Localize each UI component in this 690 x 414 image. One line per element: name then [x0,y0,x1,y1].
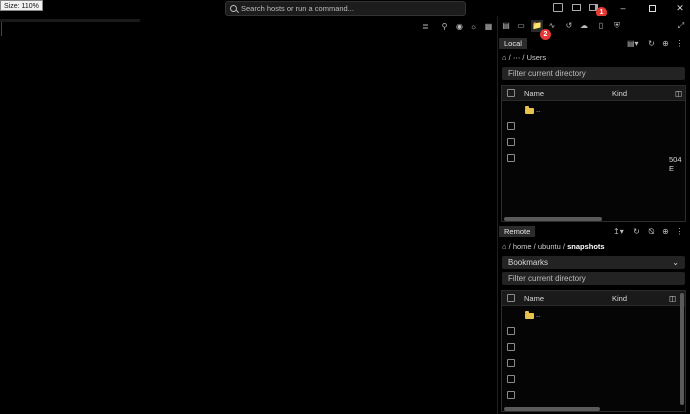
row-checkbox[interactable] [507,122,515,130]
drive-select-icon[interactable]: ▤▾ [627,40,639,48]
files-icon[interactable] [553,3,563,12]
snippet-icon[interactable]: ▭ [515,20,527,32]
breadcrumb-home[interactable]: home [513,242,532,251]
breadcrumb-users[interactable]: Users [527,53,547,62]
home-icon[interactable]: ⌂ [502,242,507,251]
cloud-icon[interactable]: ☁ [578,20,590,32]
row-checkbox[interactable] [507,375,515,383]
row-checkbox[interactable] [507,138,515,146]
select-all-checkbox[interactable] [507,294,515,302]
split-icon[interactable]: ▦ [484,23,493,31]
local-table-header: Name Kind ◫ [502,86,685,101]
column-kind[interactable]: Kind [612,294,627,303]
table-row[interactable] [502,118,685,134]
table-row[interactable] [502,387,685,403]
remote-breadcrumb: ⌂ / home / ubuntu / snapshots [502,242,605,251]
record-icon[interactable]: ◉ [455,23,464,31]
column-name[interactable]: Name [524,294,544,303]
new-folder-icon[interactable]: ⊕ [661,40,670,48]
breadcrumb-ubuntu[interactable]: ubuntu [538,242,561,251]
table-row[interactable]: 504 E [502,150,685,173]
ai-assistant-icon[interactable]: ☼ [469,23,478,31]
sync-off-icon[interactable]: ⦰ [647,228,656,236]
refresh-icon[interactable]: ↻ [632,228,641,236]
column-name[interactable]: Name [524,89,544,98]
folder-icon [525,311,534,319]
server-icon[interactable]: ▤ [500,20,512,32]
table-row[interactable] [502,323,685,339]
more-options-icon[interactable]: ⋮ [675,228,684,236]
column-settings-icon[interactable]: ◫ [675,89,682,98]
row-name: .. [536,310,541,319]
remote-table-header: Name Kind ◫ [502,291,685,306]
trash-icon[interactable]: ▯ [595,20,607,32]
remote-file-table: Name Kind ◫ .. [501,290,686,412]
local-section-label[interactable]: Local [499,38,527,49]
local-filter-input[interactable]: Filter current directory [502,67,685,80]
remote-vertical-scrollbar[interactable] [680,293,684,405]
breadcrumb-sep: / [508,53,511,62]
row-checkbox[interactable] [507,391,515,399]
remote-filter-input[interactable]: Filter current directory [502,272,685,285]
row-checkbox[interactable] [507,327,515,335]
local-horizontal-scrollbar[interactable] [504,217,602,221]
maximize-icon[interactable] [645,2,659,14]
folder-icon [525,106,534,114]
upload-select-icon[interactable]: ↥▾ [613,228,624,236]
search-bar[interactable]: Search hosts or run a command... [225,1,466,16]
row-name: .. [536,105,541,114]
minimize-icon[interactable]: – [616,2,630,14]
activity-icon[interactable]: ∿ [546,20,558,32]
terminal-menu-icon[interactable]: ≣ [421,23,430,31]
search-icon [230,5,237,12]
terminal-tab-strip [0,19,140,22]
bookmarks-dropdown[interactable]: Bookmarks ⌄ [502,256,685,269]
row-checkbox[interactable] [507,359,515,367]
column-settings-icon[interactable]: ◫ [669,294,676,303]
local-breadcrumb: ⌂ / ⋯ / Users [502,53,546,63]
breadcrumb-ellipsis[interactable]: ⋯ [513,53,521,62]
row-checkbox[interactable] [507,343,515,351]
shield-icon[interactable]: ⛨ [611,20,623,32]
terminal-cursor [1,22,2,36]
close-icon[interactable]: ✕ [673,2,687,14]
table-row[interactable] [502,371,685,387]
remote-horizontal-scrollbar[interactable] [504,407,600,411]
search-icon[interactable]: ⚲ [440,23,449,31]
table-row[interactable] [502,339,685,355]
zoom-size-badge: Size: 110% [0,0,43,11]
breadcrumb-snapshots[interactable]: snapshots [567,242,605,251]
fullscreen-icon[interactable]: ⤢ [675,20,687,32]
row-checkbox[interactable] [507,154,515,162]
home-icon[interactable]: ⌂ [502,53,507,62]
breadcrumb-sep: / [522,53,525,62]
table-row[interactable] [502,355,685,371]
local-file-table: Name Kind ◫ .. 504 E [501,85,686,222]
row-size: 504 E [669,155,682,173]
history-icon[interactable]: ↺ [563,20,575,32]
remote-section-label[interactable]: Remote [499,226,536,237]
table-row[interactable]: .. [502,103,685,118]
chevron-down-icon: ⌄ [672,258,679,267]
bookmarks-label: Bookmarks [508,258,549,267]
select-all-checkbox[interactable] [507,89,515,97]
new-folder-icon[interactable]: ⊕ [661,228,670,236]
table-row[interactable]: .. [502,308,685,323]
refresh-icon[interactable]: ↻ [647,40,656,48]
search-placeholder: Search hosts or run a command... [241,4,354,13]
column-kind[interactable]: Kind [612,89,627,98]
table-row[interactable] [502,134,685,150]
layout-icon[interactable] [572,4,581,11]
more-options-icon[interactable]: ⋮ [675,40,684,48]
